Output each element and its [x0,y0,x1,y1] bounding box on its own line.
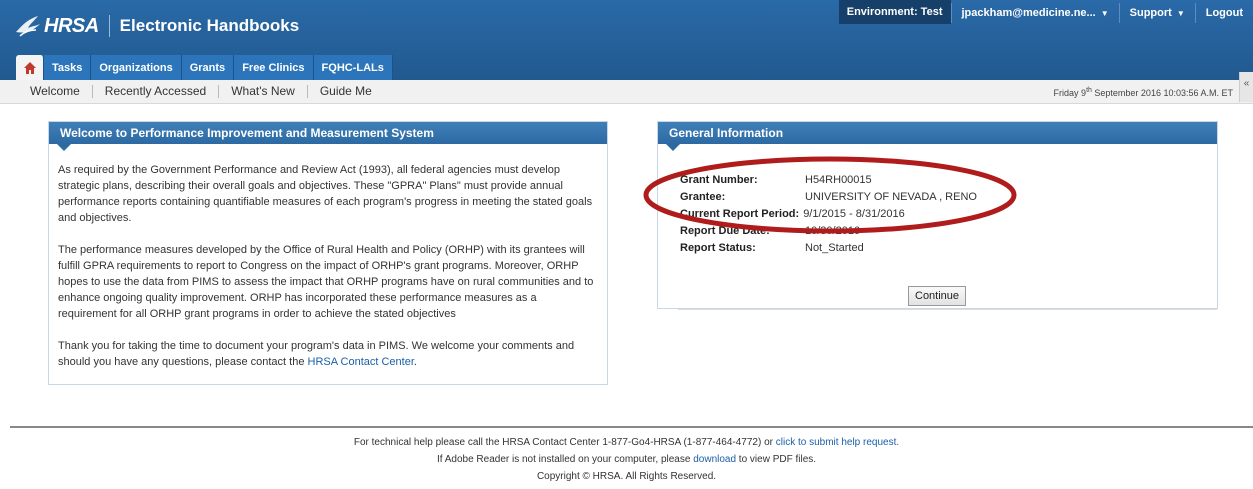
welcome-paragraph-1: As required by the Government Performanc… [58,164,593,224]
header-bar: HRSA Electronic Handbooks Environment: T… [0,0,1253,80]
footer: For technical help please call the HRSA … [0,434,1253,485]
welcome-panel-body: As required by the Government Performanc… [49,144,607,370]
footer-adobe-text: If Adobe Reader is not installed on your… [436,454,694,465]
date-suffix: September 2016 10:03:56 A.M. ET [1091,88,1233,98]
grant-number-value: H54RH00015 [805,173,872,186]
subnav-welcome[interactable]: Welcome [0,85,92,98]
subnav-recently-accessed[interactable]: Recently Accessed [91,85,218,98]
collapse-toggle-icon[interactable]: « [1239,72,1253,102]
grantee-value: UNIVERSITY OF NEVADA , RENO [805,190,977,203]
hrsa-contact-center-link[interactable]: HRSA Contact Center [308,356,414,368]
welcome-panel-title: Welcome to Performance Improvement and M… [49,122,607,151]
general-information-title: General Information [658,122,1217,151]
report-status-value: Not_Started [805,241,864,254]
report-period-row: Current Report Period: 9/1/2015 - 8/31/2… [680,205,977,222]
welcome-panel: Welcome to Performance Improvement and M… [48,121,608,385]
download-adobe-link[interactable]: download [693,454,736,465]
panel-divider [678,309,1217,310]
report-due-date-row: Report Due Date: 10/30/2016 [680,222,977,239]
report-due-date-label: Report Due Date: [680,224,770,237]
app-title: Electronic Handbooks [119,16,300,35]
grant-number-label: Grant Number: [680,173,758,186]
hrsa-wordmark: HRSA [44,14,99,37]
footer-divider [10,426,1253,428]
tab-tasks[interactable]: Tasks [44,55,92,80]
report-status-label: Report Status: [680,241,756,254]
sub-navigation: Welcome Recently Accessed What's New Gui… [0,80,1253,104]
subnav-whats-new[interactable]: What's New [218,85,307,98]
tab-home[interactable] [16,55,44,80]
tab-grants[interactable]: Grants [181,55,235,80]
continue-button[interactable]: Continue [908,286,967,306]
welcome-paragraph-3-end: . [413,356,417,368]
grant-details: Grant Number: H54RH00015 Grantee: UNIVER… [680,171,977,256]
user-menu[interactable]: jpackham@medicine.ne... ▼ [950,3,1119,23]
main-tabs: Tasks Organizations Grants Free Clinics … [16,55,393,80]
home-icon [23,61,36,74]
footer-adobe-line: If Adobe Reader is not installed on your… [0,451,1253,468]
hhs-eagle-icon [16,16,40,37]
user-email: jpackham@medicine.ne... [961,7,1096,19]
current-datetime: Friday 9th September 2016 10:03:56 A.M. … [1054,87,1233,98]
date-prefix: Friday 9 [1053,88,1087,98]
logout-link[interactable]: Logout [1194,3,1253,23]
submit-help-request-link[interactable]: click to submit help request. [776,437,899,448]
footer-help-line: For technical help please call the HRSA … [0,434,1253,451]
report-due-date-value: 10/30/2016 [805,224,861,237]
report-status-row: Report Status: Not_Started [680,239,977,256]
grant-number-row: Grant Number: H54RH00015 [680,171,977,188]
grantee-row: Grantee: UNIVERSITY OF NEVADA , RENO [680,188,977,205]
welcome-paragraph-2: The performance measures developed by th… [58,244,594,320]
support-label: Support [1129,7,1172,19]
subnav-guide-me[interactable]: Guide Me [306,85,384,98]
tab-organizations[interactable]: Organizations [91,55,182,80]
general-information-panel: General Information Grant Number: H54RH0… [657,121,1218,310]
chevron-down-icon: ▼ [1100,8,1109,18]
tab-free-clinics[interactable]: Free Clinics [234,55,314,80]
chevron-down-icon: ▼ [1176,8,1185,18]
welcome-paragraph-3: Thank you for taking the time to documen… [58,338,597,370]
footer-copyright: Copyright © HRSA. All Rights Reserved. [536,471,717,482]
report-period-label: Current Report Period: [680,207,800,220]
grantee-label: Grantee: [680,190,726,203]
tab-fqhc-lals[interactable]: FQHC-LALs [313,55,393,80]
footer-adobe-text-end: to view PDF files. [736,454,817,465]
report-period-value: 9/1/2015 - 8/31/2016 [803,207,905,220]
footer-help-text: For technical help please call the HRSA … [353,437,776,448]
logo-divider [108,15,110,37]
hrsa-logo[interactable]: HRSA Electronic Handbooks [14,8,299,44]
support-menu[interactable]: Support ▼ [1118,3,1195,23]
user-bar: Environment: Test jpackham@medicine.ne..… [838,0,1253,26]
environment-label: Environment: Test [838,0,951,24]
